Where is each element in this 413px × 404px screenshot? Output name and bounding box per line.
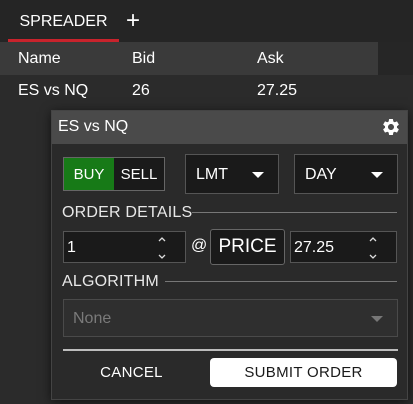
tab-spreader-label: SPREADER [19,13,108,30]
order-type-select[interactable]: LMT [185,154,279,194]
column-header-bid[interactable]: Bid [132,50,155,68]
tab-bar: SPREADER + [0,0,413,42]
row-bid-cell: 26 [132,82,150,99]
at-symbol: @ [191,237,208,254]
algorithm-value: None [73,310,112,327]
table-row[interactable]: ES vs NQ 26 27.25 [0,75,413,108]
header-filler [378,42,413,75]
row-ask-cell: 27.25 [257,82,298,99]
sell-button[interactable]: SELL [114,158,164,190]
chevron-down-icon [371,316,383,322]
plus-icon[interactable]: + [122,7,144,34]
tab-spreader[interactable]: SPREADER [8,2,119,42]
chevron-down-icon [371,172,383,178]
price-type-button[interactable]: PRICE [210,229,285,265]
cancel-button[interactable]: CANCEL [63,357,200,387]
gear-icon[interactable] [381,117,401,137]
buy-button[interactable]: BUY [64,158,114,190]
order-dialog: ES vs NQ BUY SELL LMT DAY ORDER DETAILS … [51,110,408,400]
quantity-value: 1 [67,239,76,256]
table-header: Name Bid Ask [0,42,378,75]
price-value: 27.25 [294,239,335,256]
footer-divider [63,349,398,351]
time-in-force-select[interactable]: DAY [294,154,398,194]
row-name-cell: ES vs NQ [18,82,89,99]
section-divider [165,281,397,282]
quantity-stepper[interactable]: 1 [63,231,186,263]
chevron-down-icon [252,172,264,178]
column-header-ask[interactable]: Ask [257,50,284,68]
dialog-title: ES vs NQ [58,118,129,135]
algorithm-select[interactable]: None [63,299,398,337]
column-header-name[interactable]: Name [18,50,61,68]
algorithm-label: ALGORITHM [62,273,159,290]
up-down-arrows-icon[interactable] [368,234,378,262]
up-down-arrows-icon[interactable] [157,234,167,262]
buy-sell-toggle: BUY SELL [63,157,165,191]
price-stepper[interactable]: 27.25 [290,231,397,263]
section-divider [192,212,397,213]
submit-order-button[interactable]: SUBMIT ORDER [210,358,397,387]
dialog-header: ES vs NQ [52,111,407,144]
order-details-label: ORDER DETAILS [62,204,193,221]
order-type-value: LMT [196,166,228,183]
time-in-force-value: DAY [305,166,337,183]
